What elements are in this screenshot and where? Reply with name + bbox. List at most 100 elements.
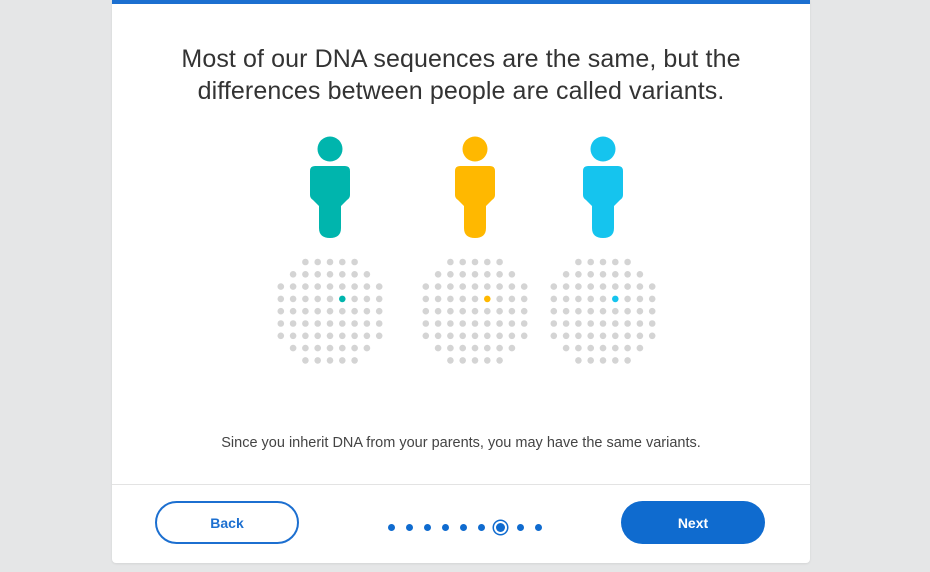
dna-dot	[648, 307, 656, 315]
dna-dot	[447, 307, 454, 315]
dna-dot	[550, 320, 558, 327]
pagination-dot[interactable]	[459, 523, 467, 531]
pagination-dot[interactable]	[405, 523, 413, 531]
dna-dot	[575, 271, 582, 278]
onboarding-card: Most of our DNA sequences are the same, …	[112, 0, 810, 563]
dna-dot	[496, 332, 503, 340]
dna-dot	[624, 357, 631, 364]
dna-dot	[550, 307, 558, 315]
pagination-dot[interactable]	[387, 523, 395, 531]
dna-dot	[447, 271, 454, 278]
dna-dot	[636, 295, 644, 303]
dna-dot	[277, 320, 285, 327]
dna-dot	[302, 332, 309, 340]
dna-dot	[550, 283, 558, 290]
dna-dot	[648, 320, 656, 327]
person-3	[550, 136, 656, 364]
dna-dot	[339, 307, 346, 315]
dna-dot	[351, 320, 358, 327]
dna-dot	[339, 357, 346, 364]
dna-dot	[550, 332, 558, 340]
dna-dot	[636, 271, 644, 278]
dna-dot	[575, 283, 582, 290]
pagination-dot[interactable]	[534, 523, 542, 531]
dna-dot	[612, 357, 619, 364]
dna-dot	[599, 258, 607, 266]
dna-dot	[422, 320, 430, 327]
dna-dot	[471, 357, 479, 364]
dna-dot	[277, 332, 285, 340]
dna-dot	[459, 320, 467, 327]
dna-dot	[575, 357, 582, 364]
person-head	[590, 136, 616, 162]
dna-dot	[484, 357, 491, 364]
dna-dot	[302, 271, 309, 278]
pagination-dot[interactable]	[516, 523, 524, 531]
dna-dot	[599, 295, 607, 303]
dna-dot	[459, 344, 467, 352]
dna-dot	[471, 271, 479, 278]
dna-dot	[363, 332, 371, 340]
variant-dot	[612, 295, 619, 303]
dna-dot	[314, 332, 321, 340]
dna-dot	[471, 332, 479, 340]
dna-dot	[599, 344, 607, 352]
pagination-dot[interactable]	[441, 523, 449, 531]
dna-dot	[484, 344, 491, 352]
dna-dot	[302, 357, 309, 364]
dna-dot	[587, 357, 594, 364]
dna-dot	[459, 307, 467, 315]
dna-dot	[587, 320, 594, 327]
dna-dot	[289, 283, 297, 290]
footer-divider	[112, 484, 810, 485]
dna-dot	[459, 357, 467, 364]
dna-dot	[508, 271, 516, 278]
dna-dot	[599, 307, 607, 315]
dna-dot	[484, 283, 491, 290]
dna-dot	[339, 283, 346, 290]
dna-dot	[599, 320, 607, 327]
next-button[interactable]: Next	[621, 501, 765, 544]
dna-dot	[459, 258, 467, 266]
dna-dot	[351, 307, 358, 315]
dna-dot	[612, 332, 619, 340]
person-body	[583, 166, 623, 238]
dna-dot	[326, 283, 334, 290]
person-body	[310, 166, 350, 238]
pagination-dots	[382, 519, 547, 535]
dna-dot	[562, 344, 570, 352]
dna-dot	[314, 307, 321, 315]
dna-dot	[520, 283, 528, 290]
dna-dot	[508, 307, 516, 315]
dna-dot	[289, 344, 297, 352]
dna-dot	[302, 320, 309, 327]
dna-dot	[587, 295, 594, 303]
dna-dot	[363, 344, 371, 352]
dna-dot	[562, 332, 570, 340]
pagination-dot-active[interactable]	[496, 522, 505, 532]
dna-dot	[326, 344, 334, 352]
dna-dot	[508, 283, 516, 290]
pagination-dot[interactable]	[423, 523, 431, 531]
dna-dot	[447, 258, 454, 266]
dna-dot	[471, 320, 479, 327]
dna-dot	[447, 320, 454, 327]
dna-dot	[351, 332, 358, 340]
dna-dot	[496, 307, 503, 315]
dna-dot	[289, 307, 297, 315]
dna-dot	[599, 283, 607, 290]
dna-dot	[587, 344, 594, 352]
dna-dot	[302, 344, 309, 352]
dna-dot	[648, 332, 656, 340]
caption: Since you inherit DNA from your parents,…	[221, 435, 701, 451]
back-button[interactable]: Back	[155, 501, 299, 544]
pagination-dot[interactable]	[477, 523, 485, 531]
dna-dot	[326, 271, 334, 278]
dna-dot	[508, 295, 516, 303]
dna-dot	[363, 295, 371, 303]
dna-dot	[496, 271, 503, 278]
dna-dot	[326, 258, 334, 266]
dna-dot	[302, 307, 309, 315]
dna-dot	[624, 307, 631, 315]
dna-dot	[496, 283, 503, 290]
